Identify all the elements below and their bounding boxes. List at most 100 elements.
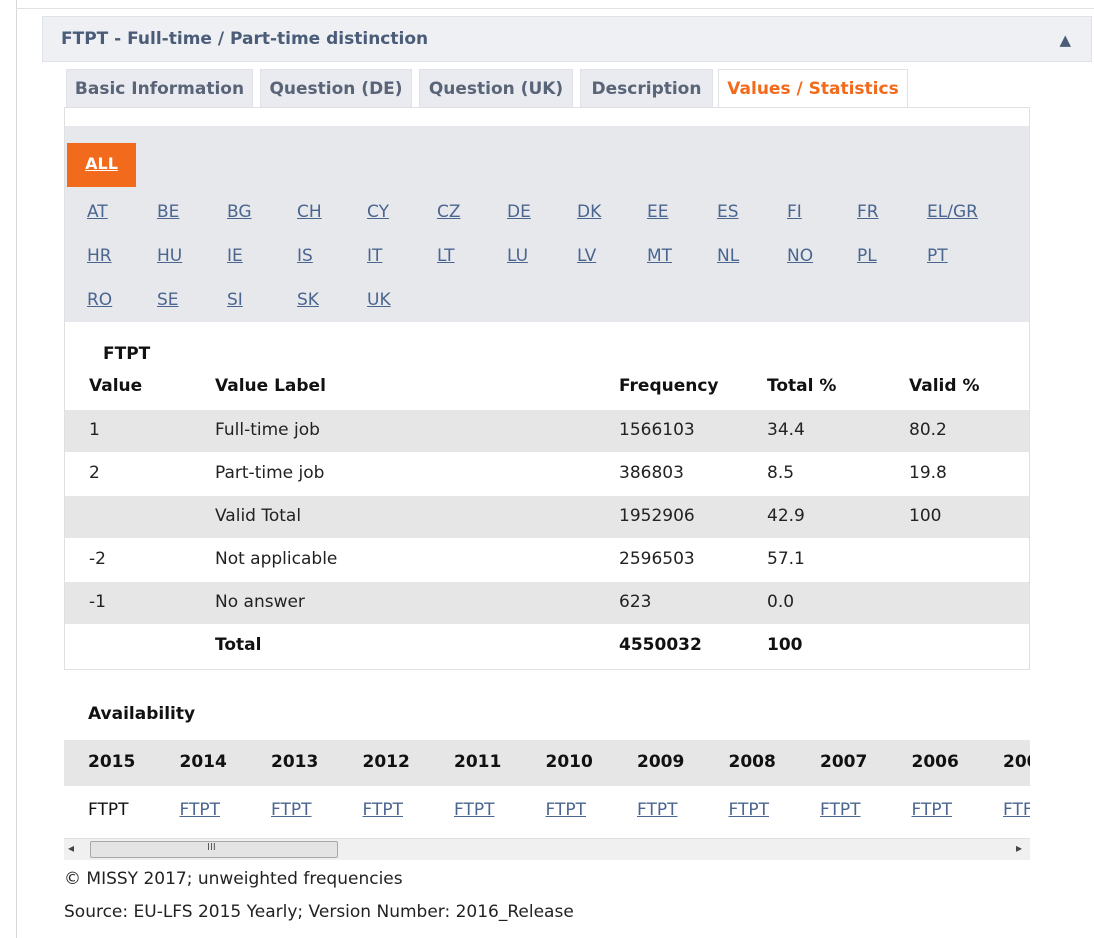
country-link-mt[interactable]: MT (647, 246, 672, 266)
country-link-sk[interactable]: SK (297, 290, 319, 310)
country-link-at[interactable]: AT (87, 202, 108, 222)
cell-valid: 100 (909, 506, 942, 526)
variable-link-2010[interactable]: FTPT (546, 800, 587, 820)
scroll-left-arrow-icon[interactable]: ◂ (68, 841, 74, 855)
table-header-row: Value Value Label Frequency Total % Vali… (65, 366, 1029, 408)
country-link-fr[interactable]: FR (857, 202, 879, 222)
country-link-hu[interactable]: HU (157, 246, 182, 266)
country-filter: ALL AT BE BG CH CY CZ DE DK EE ES FI FR EL/GR HR HU IE I… (65, 126, 1029, 322)
country-link-de[interactable]: DE (507, 202, 531, 222)
cell-total: 57.1 (767, 549, 805, 569)
variable-link-2006[interactable]: FTPT (912, 800, 953, 820)
horizontal-scrollbar[interactable]: ◂ III ▸ (64, 838, 1030, 860)
tab-values-statistics[interactable]: Values / Statistics (718, 69, 908, 111)
table-row: 1 Full-time job 1566103 34.4 80.2 (65, 410, 1029, 452)
cell-total: 34.4 (767, 420, 805, 440)
variable-link-2008[interactable]: FTPT (729, 800, 770, 820)
cell-total: 42.9 (767, 506, 805, 526)
tab-question-de[interactable]: Question (DE) (260, 69, 412, 109)
panel-header[interactable]: FTPT - Full-time / Part-time distinction… (42, 16, 1092, 62)
table-row: -2 Not applicable 2596503 57.1 (65, 539, 1029, 581)
header-value-label: Value Label (215, 376, 326, 396)
year-header-2014: 2014 (179, 752, 227, 772)
current-year-variable: FTPT (88, 800, 129, 820)
source-note: Source: EU-LFS 2015 Yearly; Version Numb… (64, 902, 574, 922)
cell-frequency: 623 (619, 592, 652, 612)
year-header-2006: 2006 (911, 752, 959, 772)
collapse-arrow-icon[interactable]: ▲ (1059, 31, 1071, 49)
country-link-ie[interactable]: IE (227, 246, 243, 266)
country-link-lv[interactable]: LV (577, 246, 596, 266)
country-link-pt[interactable]: PT (927, 246, 948, 266)
country-link-ch[interactable]: CH (297, 202, 322, 222)
cell-frequency: 386803 (619, 463, 684, 483)
availability-years-row: 2015 2014 2013 2012 2011 2010 2009 2008 2007 2006… (64, 740, 1030, 786)
cell-label: Valid Total (215, 506, 302, 526)
country-link-hr[interactable]: HR (87, 246, 112, 266)
year-header-2009: 2009 (637, 752, 685, 772)
cell-label: Full-time job (215, 420, 320, 440)
country-link-fi[interactable]: FI (787, 202, 802, 222)
variable-link-2009[interactable]: FTPT (637, 800, 678, 820)
cell-value: -2 (89, 549, 106, 569)
variable-link-2013[interactable]: FTPT (271, 800, 312, 820)
values-statistics-panel: ALL AT BE BG CH CY CZ DE DK EE ES FI FR EL/GR HR HU IE I… (64, 107, 1030, 670)
scroll-grip-icon: III (207, 842, 216, 853)
tab-question-uk[interactable]: Question (UK) (419, 69, 573, 109)
header-valid-percent: Valid % (909, 376, 980, 396)
country-link-pl[interactable]: PL (857, 246, 877, 266)
country-link-si[interactable]: SI (227, 290, 243, 310)
tab-description[interactable]: Description (580, 69, 713, 109)
tab-basic-information[interactable]: Basic Information (66, 69, 253, 109)
year-header-2015: 2015 (88, 752, 136, 772)
country-link-dk[interactable]: DK (577, 202, 601, 222)
cell-valid: 19.8 (909, 463, 947, 483)
year-header-2010: 2010 (545, 752, 593, 772)
year-header-200: 200 (1003, 752, 1030, 772)
scroll-thumb[interactable]: III (90, 841, 338, 858)
cell-valid: 80.2 (909, 420, 947, 440)
cell-frequency: 4550032 (619, 635, 702, 655)
variable-title: FTPT (103, 344, 151, 364)
variable-link-200[interactable]: FTF (1003, 800, 1030, 820)
country-link-cy[interactable]: CY (367, 202, 389, 222)
country-link-bg[interactable]: BG (227, 202, 252, 222)
cell-frequency: 2596503 (619, 549, 695, 569)
availability-variables-row: FTPT FTPT FTPT FTPT FTPT FTPT FTPT FTPT FTPT FTPT… (64, 786, 1030, 836)
country-link-be[interactable]: BE (157, 202, 179, 222)
cell-value: 2 (89, 463, 100, 483)
year-header-2011: 2011 (454, 752, 502, 772)
country-link-cz[interactable]: CZ (437, 202, 461, 222)
country-link-ee[interactable]: EE (647, 202, 668, 222)
country-link-lt[interactable]: LT (437, 246, 455, 266)
scroll-right-arrow-icon[interactable]: ▸ (1016, 841, 1022, 855)
cell-frequency: 1566103 (619, 420, 695, 440)
country-link-es[interactable]: ES (717, 202, 739, 222)
country-link-el-gr[interactable]: EL/GR (927, 202, 978, 222)
copyright-note: © MISSY 2017; unweighted frequencies (64, 869, 403, 889)
variable-link-2011[interactable]: FTPT (454, 800, 495, 820)
all-countries-button[interactable]: ALL (67, 143, 136, 187)
cell-total: 0.0 (767, 592, 795, 612)
table-row: -1 No answer 623 0.0 (65, 582, 1029, 624)
panel-title: FTPT - Full-time / Part-time distinction (61, 29, 429, 49)
country-link-is[interactable]: IS (297, 246, 313, 266)
variable-link-2012[interactable]: FTPT (363, 800, 404, 820)
table-row: Total 4550032 100 (65, 625, 1029, 667)
country-link-ro[interactable]: RO (87, 290, 112, 310)
country-link-uk[interactable]: UK (367, 290, 391, 310)
country-link-it[interactable]: IT (367, 246, 382, 266)
cell-label: Total (215, 635, 262, 655)
cell-label: No answer (215, 592, 305, 612)
year-header-2008: 2008 (728, 752, 776, 772)
country-link-no[interactable]: NO (787, 246, 813, 266)
variable-link-2007[interactable]: FTPT (820, 800, 861, 820)
table-row: 2 Part-time job 386803 8.5 19.8 (65, 453, 1029, 495)
country-link-nl[interactable]: NL (717, 246, 739, 266)
availability-title: Availability (88, 704, 196, 724)
cell-value: -1 (89, 592, 106, 612)
variable-link-2014[interactable]: FTPT (180, 800, 221, 820)
country-link-lu[interactable]: LU (507, 246, 528, 266)
country-link-se[interactable]: SE (157, 290, 179, 310)
cell-total: 100 (767, 635, 803, 655)
